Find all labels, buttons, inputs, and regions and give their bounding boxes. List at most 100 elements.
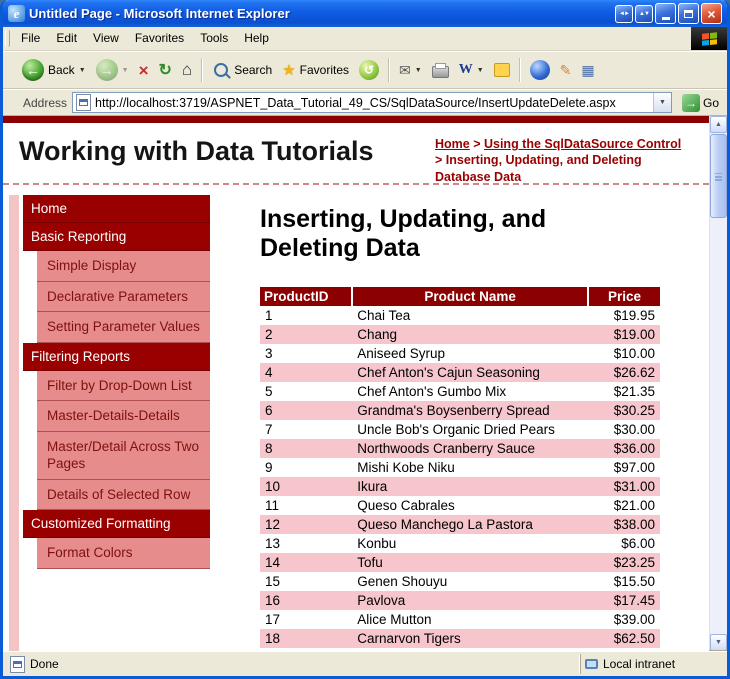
address-input[interactable]	[95, 96, 649, 110]
product-row: 4Chef Anton's Cajun Seasoning$26.62	[260, 363, 660, 382]
address-bar: Address ▼ → Go	[3, 89, 727, 116]
column-header-price: Price	[588, 287, 660, 306]
sidebar-item-details-of-selected-row[interactable]: Details of Selected Row	[37, 480, 210, 511]
edit-with-word-button[interactable]: W ▼	[455, 60, 488, 80]
product-cell: Chai Tea	[352, 306, 588, 325]
product-cell: $17.45	[588, 591, 660, 610]
site-header: Working with Data Tutorials Home > Using…	[3, 123, 709, 185]
toolbar: ← Back ▼ → ▼ × ↻ ⌂ Search ★ Favorites ↺	[3, 51, 727, 89]
stop-button[interactable]: ×	[135, 60, 153, 81]
scrollbar-thumb[interactable]	[710, 134, 727, 218]
menu-edit[interactable]: Edit	[48, 27, 85, 50]
breadcrumb-using-the-sqldatasource-control[interactable]: Using the SqlDataSource Control	[484, 137, 681, 151]
zone-text: Local intranet	[603, 657, 675, 671]
vertical-scrollbar[interactable]: ▲ ▼	[709, 116, 727, 651]
menu-file[interactable]: File	[13, 27, 48, 50]
scroll-down-button[interactable]: ▼	[710, 634, 727, 651]
product-row: 2Chang$19.00	[260, 325, 660, 344]
mail-dropdown-icon[interactable]: ▼	[415, 67, 422, 74]
breadcrumb: Home > Using the SqlDataSource Control >…	[435, 136, 691, 185]
product-row: 15Genen Shouyu$15.50	[260, 572, 660, 591]
refresh-button[interactable]: ↻	[155, 58, 176, 82]
page-top-band	[3, 116, 709, 123]
product-row: 3Aniseed Syrup$10.00	[260, 344, 660, 363]
messenger-button[interactable]	[526, 58, 554, 82]
product-cell: 13	[260, 534, 352, 553]
menu-tools[interactable]: Tools	[192, 27, 236, 50]
edit-page-button[interactable]: ✎	[556, 60, 576, 81]
discuss-button[interactable]	[490, 61, 514, 79]
sidebar-item-format-colors[interactable]: Format Colors	[37, 538, 210, 569]
menu-items: FileEditViewFavoritesToolsHelp	[13, 27, 277, 50]
home-button[interactable]: ⌂	[178, 58, 196, 82]
forward-icon: →	[96, 59, 118, 81]
sidebar-item-master-details-details[interactable]: Master-Details-Details	[37, 401, 210, 432]
mail-button[interactable]: ✉ ▼	[395, 60, 426, 81]
title-bar[interactable]: e Untitled Page - Microsoft Internet Exp…	[3, 0, 727, 27]
sidebar-item-filter-by-drop-down-list[interactable]: Filter by Drop-Down List	[37, 371, 210, 402]
address-dropdown-button[interactable]: ▼	[653, 93, 671, 112]
address-label: Address	[21, 96, 67, 110]
product-cell: 10	[260, 477, 352, 496]
product-cell: $6.00	[588, 534, 660, 553]
sidebar-item-master-detail-across-two-pages[interactable]: Master/Detail Across Two Pages	[37, 432, 210, 480]
menu-view[interactable]: View	[85, 27, 127, 50]
search-button[interactable]: Search	[208, 59, 276, 81]
product-row: 12Queso Manchego La Pastora$38.00	[260, 515, 660, 534]
sidebar-item-basic-reporting[interactable]: Basic Reporting	[23, 223, 210, 251]
favorites-star-icon: ★	[282, 61, 295, 79]
product-cell: $15.50	[588, 572, 660, 591]
product-cell: $97.00	[588, 458, 660, 477]
products-table-body: 1Chai Tea$19.952Chang$19.003Aniseed Syru…	[260, 306, 660, 648]
sidebar-item-simple-display[interactable]: Simple Display	[37, 251, 210, 282]
product-row: 7Uncle Bob's Organic Dried Pears$30.00	[260, 420, 660, 439]
go-button[interactable]: → Go	[677, 94, 724, 112]
word-icon: W	[459, 62, 473, 78]
product-row: 13Konbu$6.00	[260, 534, 660, 553]
favorites-button[interactable]: ★ Favorites	[278, 59, 353, 81]
discuss-icon	[494, 63, 510, 77]
product-cell: $38.00	[588, 515, 660, 534]
product-row: 9Mishi Kobe Niku$97.00	[260, 458, 660, 477]
browser-window: e Untitled Page - Microsoft Internet Exp…	[0, 0, 730, 679]
word-dropdown-icon[interactable]: ▼	[477, 67, 484, 74]
breadcrumb-separator: >	[435, 153, 446, 167]
product-cell: 17	[260, 610, 352, 629]
menubar-grip[interactable]	[5, 30, 10, 47]
go-label: Go	[703, 96, 719, 110]
product-cell: 14	[260, 553, 352, 572]
page-favicon	[76, 94, 91, 111]
product-cell: Mishi Kobe Niku	[352, 458, 588, 477]
back-dropdown-icon[interactable]: ▼	[79, 67, 86, 74]
menu-favorites[interactable]: Favorites	[127, 27, 192, 50]
window-extra-button-1[interactable]: ◄►	[615, 5, 633, 23]
close-button[interactable]: ×	[701, 3, 722, 24]
product-cell: 1	[260, 306, 352, 325]
media-button[interactable]: ↺	[355, 58, 383, 82]
product-cell: 6	[260, 401, 352, 420]
minimize-button[interactable]	[655, 3, 676, 24]
maximize-button[interactable]	[678, 3, 699, 24]
product-row: 1Chai Tea$19.95	[260, 306, 660, 325]
scroll-up-button[interactable]: ▲	[710, 116, 727, 133]
scrollbar-track[interactable]	[710, 133, 727, 634]
sidebar-item-customized-formatting[interactable]: Customized Formatting	[23, 510, 210, 538]
sidebar-item-home[interactable]: Home	[23, 195, 210, 223]
research-button[interactable]: ▦	[577, 60, 598, 81]
window-extra-button-2[interactable]: ▲▼	[635, 5, 653, 23]
sidebar-item-declarative-parameters[interactable]: Declarative Parameters	[37, 282, 210, 313]
product-cell: Chef Anton's Cajun Seasoning	[352, 363, 588, 382]
security-zone-panel: Local intranet	[580, 654, 724, 674]
product-cell: $26.62	[588, 363, 660, 382]
sidebar-item-filtering-reports[interactable]: Filtering Reports	[23, 343, 210, 371]
breadcrumb-home[interactable]: Home	[435, 137, 470, 151]
print-button[interactable]	[428, 60, 453, 80]
product-row: 5Chef Anton's Gumbo Mix$21.35	[260, 382, 660, 401]
pencil-icon: ✎	[560, 62, 572, 79]
product-cell: $23.25	[588, 553, 660, 572]
product-cell: 9	[260, 458, 352, 477]
forward-button[interactable]: → ▼	[92, 57, 133, 83]
menu-help[interactable]: Help	[236, 27, 277, 50]
sidebar-item-setting-parameter-values[interactable]: Setting Parameter Values	[37, 312, 210, 343]
back-button[interactable]: ← Back ▼	[18, 57, 90, 83]
